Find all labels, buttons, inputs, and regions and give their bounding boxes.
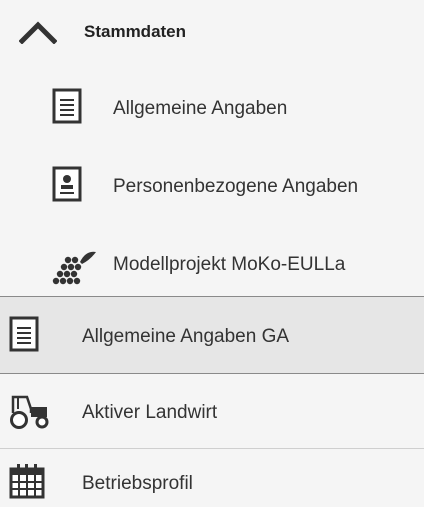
nav-item-label: Modellprojekt MoKo-EULLa xyxy=(113,254,346,275)
nav-item-label: Allgemeine Angaben GA xyxy=(82,326,290,347)
nav-item-allgemeine-angaben[interactable]: Allgemeine Angaben xyxy=(0,70,424,146)
nav-item-personenbezogene-angaben[interactable]: Personenbezogene Angaben xyxy=(0,146,424,222)
nav-item-modellprojekt[interactable]: Modellprojekt MoKo-EULLa xyxy=(0,222,424,298)
nav-item-label: Betriebsprofil xyxy=(82,473,193,494)
nav-item-betriebsprofil[interactable]: Betriebsprofil xyxy=(0,448,424,507)
document-icon xyxy=(9,316,39,352)
calendar-icon xyxy=(9,463,45,499)
person-card-icon xyxy=(52,166,82,202)
nav-item-label: Personenbezogene Angaben xyxy=(113,176,359,197)
section-stammdaten[interactable]: Stammdaten xyxy=(0,0,424,66)
tractor-icon xyxy=(9,393,51,429)
nav-item-allgemeine-angaben-ga[interactable]: Allgemeine Angaben GA xyxy=(0,296,424,374)
grapes-icon xyxy=(52,246,100,286)
document-icon xyxy=(52,88,82,124)
nav-item-label: Aktiver Landwirt xyxy=(82,402,218,423)
nav-item-aktiver-landwirt[interactable]: Aktiver Landwirt xyxy=(0,374,424,448)
section-label: Stammdaten xyxy=(84,22,187,41)
nav-item-label: Allgemeine Angaben xyxy=(113,98,288,119)
sidebar-nav: Stammdaten Allgemeine Angaben Personenbe… xyxy=(0,0,424,507)
chevron-up-icon[interactable] xyxy=(19,20,57,44)
